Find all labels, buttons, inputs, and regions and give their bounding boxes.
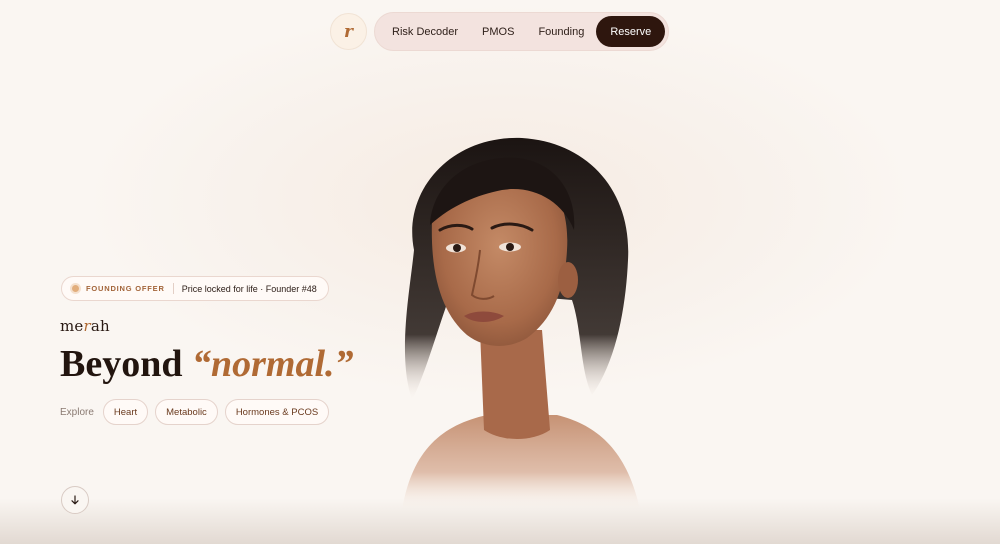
founding-offer-badge[interactable]: FOUNDING OFFER Price locked for life · F… — [61, 276, 329, 301]
chip-hormones-pcos[interactable]: Hormones & PCOS — [224, 399, 330, 425]
offer-dot-icon — [72, 285, 79, 292]
wordmark-pre: me — [60, 317, 84, 335]
chip-heart[interactable]: Heart — [102, 399, 149, 425]
offer-tag: FOUNDING OFFER — [86, 284, 165, 293]
wordmark-post: ah — [90, 317, 110, 335]
offer-text: Price locked for life · Founder #48 — [181, 283, 317, 294]
brand-logo[interactable]: r — [330, 13, 367, 50]
hero-headline: Beyond “normal.” — [60, 342, 354, 386]
brand-wordmark: merah — [60, 317, 110, 335]
explore-row: Explore Heart Metabolic Hormones & PCOS — [60, 399, 336, 425]
logo-letter: r — [344, 21, 353, 42]
arrow-down-icon — [71, 495, 79, 505]
headline-accent: “normal.” — [191, 343, 354, 385]
hero-portrait — [402, 137, 640, 510]
main-nav: Risk Decoder PMOS Founding Reserve — [374, 12, 669, 51]
wordmark-accent: r — [83, 317, 91, 335]
offer-divider — [172, 283, 174, 294]
chip-metabolic[interactable]: Metabolic — [155, 399, 218, 425]
reserve-button[interactable]: Reserve — [596, 16, 666, 47]
headline-plain: Beyond — [60, 343, 183, 385]
nav-founding[interactable]: Founding — [526, 16, 596, 47]
nav-risk-decoder[interactable]: Risk Decoder — [380, 16, 470, 47]
explore-label: Explore — [60, 406, 94, 418]
scroll-down-button[interactable] — [61, 486, 89, 514]
nav-pmos[interactable]: PMOS — [470, 16, 526, 47]
